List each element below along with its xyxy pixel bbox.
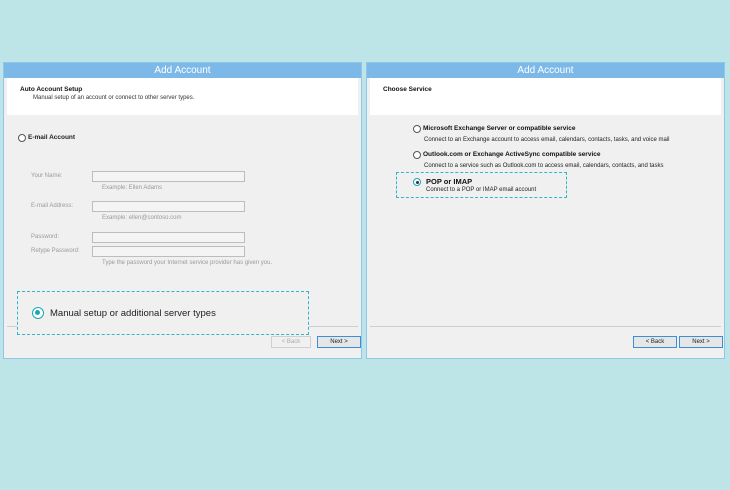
pop-imap-radio[interactable] bbox=[413, 178, 421, 186]
email-address-label: E-mail Address: bbox=[31, 203, 74, 209]
password-hint: Type the password your Internet service … bbox=[102, 260, 273, 266]
your-name-hint: Example: Ellen Adams bbox=[102, 185, 163, 191]
exchange-option-desc: Connect to an Exchange account to access… bbox=[424, 137, 670, 143]
outlook-radio[interactable] bbox=[413, 151, 421, 159]
dialog-header: Choose Service bbox=[370, 78, 721, 115]
dialog-body: Microsoft Exchange Server or compatible … bbox=[370, 115, 723, 355]
dialog-header: Auto Account Setup Manual setup of an ac… bbox=[7, 78, 358, 115]
outlook-option-title[interactable]: Outlook.com or Exchange ActiveSync compa… bbox=[423, 151, 601, 158]
password-label: Password: bbox=[31, 234, 60, 240]
manual-setup-radio[interactable] bbox=[32, 307, 44, 319]
pop-imap-option[interactable]: POP or IMAP Connect to a POP or IMAP ema… bbox=[396, 172, 567, 198]
manual-setup-label: Manual setup or additional server types bbox=[50, 308, 216, 319]
email-address-field[interactable] bbox=[92, 201, 245, 212]
next-button[interactable]: Next > bbox=[317, 336, 361, 348]
add-account-window-left: Add Account Auto Account Setup Manual se… bbox=[3, 62, 362, 359]
retype-password-label: Retype Password: bbox=[31, 248, 80, 254]
exchange-option-title[interactable]: Microsoft Exchange Server or compatible … bbox=[423, 125, 575, 132]
pop-imap-desc: Connect to a POP or IMAP email account bbox=[426, 187, 537, 193]
retype-password-field[interactable] bbox=[92, 246, 245, 257]
email-account-option[interactable]: E-mail Account bbox=[18, 129, 75, 147]
add-account-window-right: Add Account Choose Service Microsoft Exc… bbox=[366, 62, 725, 359]
password-field[interactable] bbox=[92, 232, 245, 243]
your-name-field[interactable] bbox=[92, 171, 245, 182]
back-button[interactable]: < Back bbox=[271, 336, 311, 348]
pop-imap-title: POP or IMAP bbox=[426, 177, 473, 186]
back-button[interactable]: < Back bbox=[633, 336, 677, 348]
exchange-radio[interactable] bbox=[413, 125, 421, 133]
window-title: Add Account bbox=[4, 63, 361, 78]
next-button[interactable]: Next > bbox=[679, 336, 723, 348]
header-subtitle: Manual setup of an account or connect to… bbox=[33, 95, 195, 101]
window-title: Add Account bbox=[367, 63, 724, 78]
divider bbox=[370, 326, 721, 327]
header-title: Choose Service bbox=[383, 86, 432, 93]
your-name-label: Your Name: bbox=[31, 173, 63, 179]
email-account-label: E-mail Account bbox=[28, 134, 76, 142]
email-account-radio[interactable] bbox=[18, 133, 26, 142]
header-title: Auto Account Setup bbox=[20, 86, 83, 93]
manual-setup-option[interactable]: Manual setup or additional server types bbox=[17, 291, 309, 335]
outlook-option-desc: Connect to a service such as Outlook.com… bbox=[424, 163, 664, 169]
email-address-hint: Example: ellen@contoso.com bbox=[102, 215, 182, 221]
